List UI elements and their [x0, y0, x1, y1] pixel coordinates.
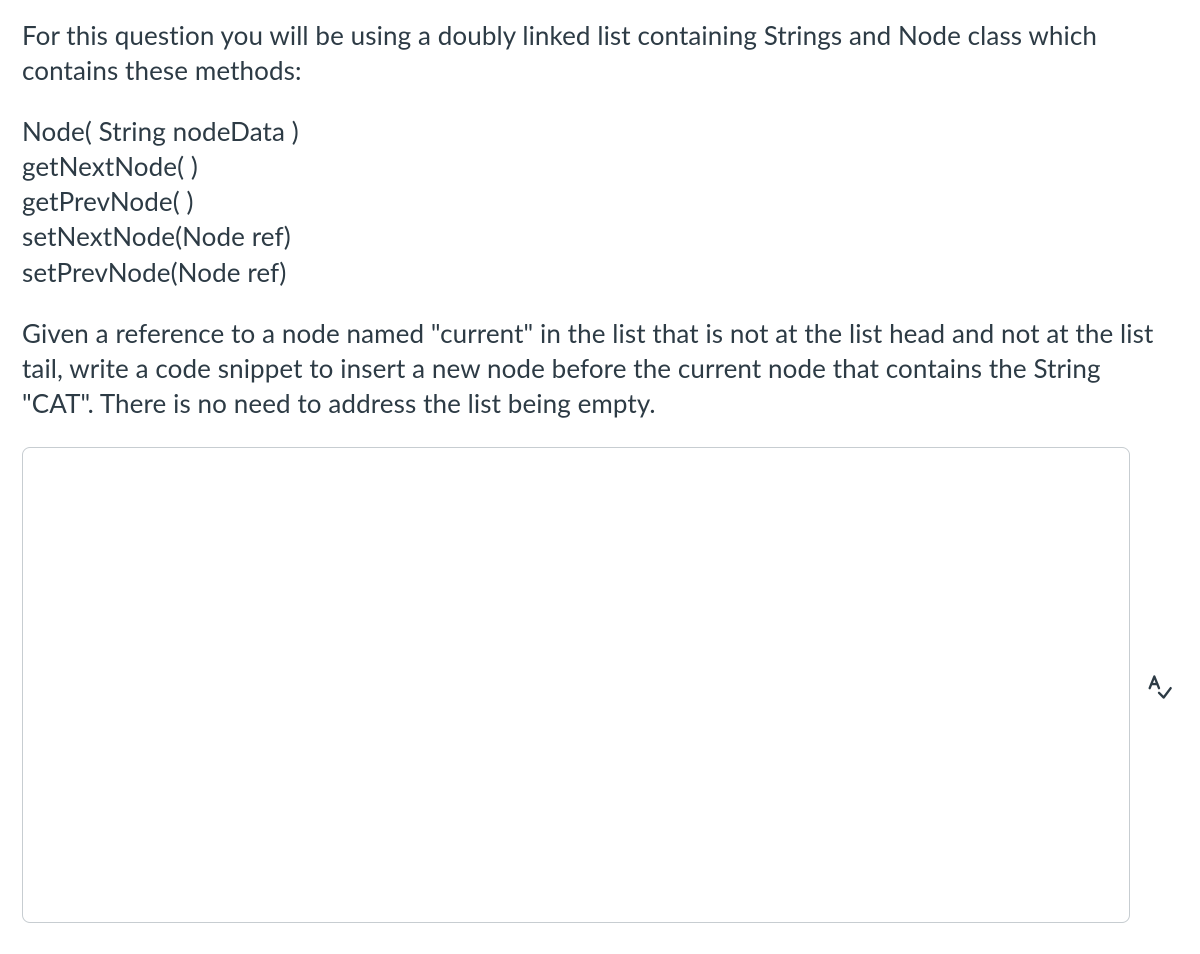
question-intro: For this question you will be using a do…: [22, 18, 1178, 88]
question-container: For this question you will be using a do…: [0, 0, 1200, 954]
question-text-block: For this question you will be using a do…: [22, 18, 1178, 421]
answer-area-wrap: [22, 447, 1178, 927]
method-item: setPrevNode(Node ref): [22, 255, 1178, 290]
method-item: Node( String nodeData ): [22, 114, 1178, 149]
method-item: setNextNode(Node ref): [22, 219, 1178, 254]
method-item: getPrevNode( ): [22, 184, 1178, 219]
answer-textarea[interactable]: [22, 447, 1130, 923]
question-prompt: Given a reference to a node named "curre…: [22, 316, 1178, 421]
spellcheck-icon[interactable]: [1142, 670, 1176, 704]
method-item: getNextNode( ): [22, 149, 1178, 184]
method-list: Node( String nodeData ) getNextNode( ) g…: [22, 114, 1178, 289]
